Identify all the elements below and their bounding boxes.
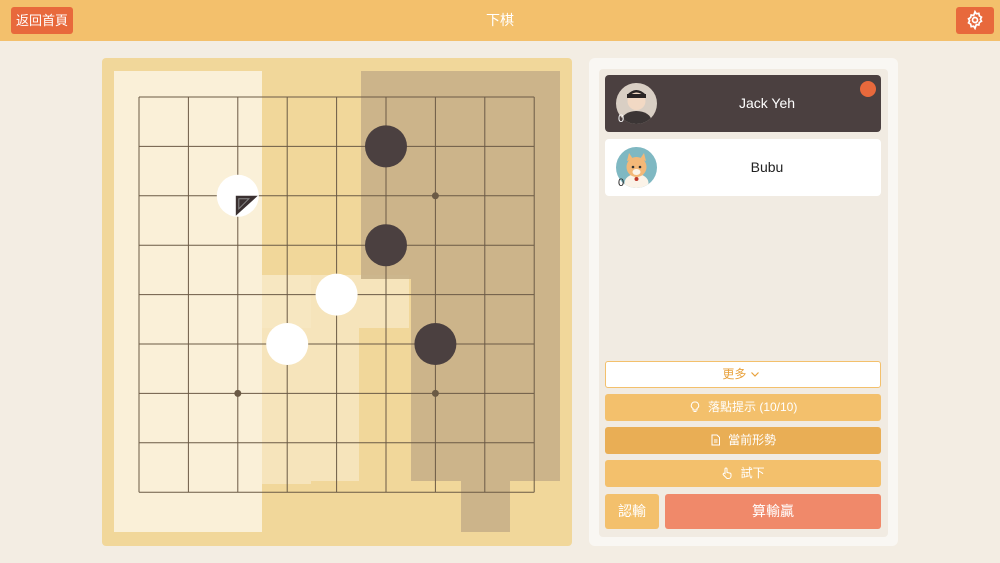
more-label: 更多 [722,367,747,381]
top-bar: 返回首頁 下棋 [0,0,1000,41]
player-score: 0 [618,113,625,125]
panel-inner: Jack Yeh 0 Bubu 0 更多 落點提示 (10/10) 當前形勢 試… [599,69,888,537]
count-score-button[interactable]: 算輸贏 [665,494,881,529]
player-score: 0 [618,177,625,189]
more-button[interactable]: 更多 [605,361,881,388]
chevron-down-icon [750,371,759,377]
star-point [431,192,439,200]
side-panel: Jack Yeh 0 Bubu 0 更多 落點提示 (10/10) 當前形勢 試… [589,58,898,546]
player-name: Bubu [750,159,784,175]
star-point [234,389,242,397]
try-label: 試下 [740,466,765,480]
go-board[interactable] [102,58,572,546]
try-move-button[interactable]: 試下 [605,460,881,487]
white-stone [266,323,309,365]
status-button[interactable]: 當前形勢 [605,427,881,454]
hint-label: 落點提示 (10/10) [707,400,798,414]
white-stone [315,273,358,316]
hint-button[interactable]: 落點提示 (10/10) [605,394,881,421]
gear-icon [967,10,983,30]
black-stone [414,323,457,365]
lightbulb-icon [690,401,699,412]
hand-pointer-icon [723,467,732,479]
status-label: 當前形勢 [728,433,777,447]
black-stone [365,224,407,267]
resign-button[interactable]: 認輸 [605,494,659,529]
turn-indicator [860,81,876,97]
black-stone [365,125,407,168]
player-card-black: Jack Yeh 0 [605,75,881,132]
star-point [431,389,439,397]
player-card-white: Bubu 0 [605,139,881,196]
page-title: 下棋 [486,12,514,28]
settings-button[interactable] [956,7,994,34]
document-icon [711,434,720,446]
player-name: Jack Yeh [738,95,796,111]
